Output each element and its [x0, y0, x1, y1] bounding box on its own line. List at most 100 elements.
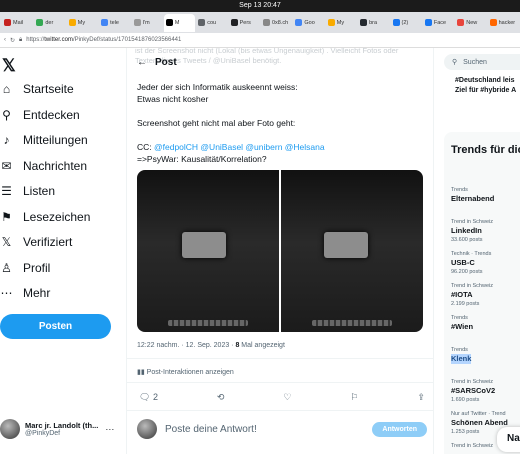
post-interactions-link[interactable]: ▮▮ Post-Interaktionen anzeigen	[137, 368, 234, 376]
favicon-icon	[360, 19, 368, 26]
trend-context: Nur auf Twitter · Trend	[451, 411, 506, 417]
tweet-line-3: Screenshot geht nicht mal aber Foto geht…	[137, 118, 296, 128]
trend-name: USB-C	[451, 258, 475, 267]
account-switcher[interactable]: Marc jr. Landolt (th... @PinkyDef ···	[0, 414, 120, 444]
x-logo-icon[interactable]: 𝕏	[2, 56, 16, 76]
right-sidebar: ⚲ Suchen #Deutschland leis Ziel für #hyb…	[440, 48, 520, 454]
left-sidebar: 𝕏 ⌂ Startseite ⚲ Entdecken ♪ Mitteilungen ✉ Nac…	[0, 48, 125, 454]
trend-name: #SARSCoV2	[451, 386, 496, 395]
more-icon[interactable]: ···	[105, 424, 114, 434]
tweet-line-4: CC: @fedpolCH @UniBasel @unibern @Helsan…	[137, 141, 429, 153]
tweet-timestamp[interactable]: 12:22 nachm. · 12. Sep. 2023 ·	[137, 342, 235, 349]
trend-context: Trend in Schweiz	[451, 219, 493, 225]
favicon-icon	[230, 19, 238, 26]
media-photo-1[interactable]	[137, 170, 279, 332]
sidebar-item-mehr[interactable]: ⋯ Mehr	[0, 282, 51, 304]
tweet-media	[137, 170, 423, 332]
sidebar-item-label: Lesezeichen	[23, 209, 91, 224]
sidebar-item-label: Nachrichten	[23, 158, 88, 173]
browser-tab[interactable]: Face	[423, 15, 454, 30]
browser-tab[interactable]: der	[34, 15, 65, 30]
list-icon: ☰	[1, 184, 12, 198]
browser-tab[interactable]: New	[455, 15, 486, 30]
trend-item[interactable]: Trends Klenk	[451, 346, 472, 364]
sidebar-item-label: Mehr	[23, 286, 51, 300]
tab-label: M	[174, 19, 180, 26]
trend-item[interactable]: Trends Elternabend	[451, 186, 494, 204]
tab-label: cou	[207, 19, 217, 26]
browser-tab-strip: Mail der My tele I'm Mcou Pers 0x8.ch Goo My bra (2…	[0, 12, 520, 33]
favicon-icon	[36, 19, 44, 26]
mention-links[interactable]: @fedpolCH @UniBasel @unibern @Helsana	[154, 142, 325, 152]
browser-tab[interactable]: (2)	[391, 15, 422, 30]
trend-item[interactable]: Trend in Schweiz	[451, 442, 493, 454]
reload-icon[interactable]: ↻	[10, 37, 15, 44]
tab-label: I'm	[142, 19, 150, 26]
browser-tab[interactable]: My	[326, 15, 357, 30]
tab-label: bra	[369, 19, 378, 26]
url-text[interactable]: https://twitter.com/PinkyDef/status/1701…	[26, 37, 181, 43]
sidebar-item-profil[interactable]: ♙ Profil	[0, 257, 50, 279]
account-name: Marc jr. Landolt (th...	[25, 421, 99, 430]
media-photo-2[interactable]	[281, 170, 423, 332]
sidebar-item-nachrichten[interactable]: ✉ Nachrichten	[0, 155, 87, 177]
share-icon[interactable]: ⇪	[417, 392, 425, 403]
browser-tab[interactable]: Goo	[293, 15, 324, 30]
favicon-icon	[198, 19, 206, 26]
favicon-icon	[489, 19, 497, 26]
browser-tab[interactable]: bra	[358, 15, 389, 30]
trend-item[interactable]: Technik · Trends USB-C 96.200 posts	[451, 250, 491, 276]
trend-post-count: 33.600 posts	[451, 237, 483, 243]
trend-item[interactable]: Trend in Schweiz #IOTA 2.199 posts	[451, 282, 493, 308]
avatar	[0, 419, 20, 439]
system-clock: Sep 13 20:47	[239, 2, 281, 9]
favicon-icon	[263, 19, 270, 26]
sidebar-item-label: Mitteilungen	[23, 133, 88, 147]
trend-context: Trends	[451, 315, 468, 321]
sidebar-item-label: Verifiziert	[23, 235, 73, 249]
sidebar-item-startseite[interactable]: ⌂ Startseite	[0, 78, 74, 100]
reply-input[interactable]: Poste deine Antwort!	[165, 424, 364, 435]
sidebar-item-label: Startseite	[23, 82, 74, 96]
reply-button[interactable]: 🗨︎ 2	[139, 392, 158, 403]
avatar	[137, 419, 157, 439]
reply-submit-button[interactable]: Antworten	[372, 421, 427, 437]
tab-label: tele	[110, 19, 119, 26]
favicon-icon	[68, 19, 76, 26]
tab-label: Face	[433, 19, 447, 26]
browser-tab[interactable]: tele	[99, 15, 130, 30]
trend-item[interactable]: Trend in Schweiz LinkedIn 33.600 posts	[451, 218, 493, 244]
sidebar-item-verifiziert[interactable]: 𝕏 Verifiziert	[0, 231, 73, 253]
browser-tab[interactable]: My	[67, 15, 98, 30]
trend-item[interactable]: Trends #Wien	[451, 314, 473, 332]
sidebar-item-mitteilungen[interactable]: ♪ Mitteilungen	[0, 129, 88, 151]
page-title: Post	[155, 57, 177, 68]
search-input[interactable]: ⚲ Suchen	[444, 54, 520, 70]
post-header: ← Post	[137, 57, 177, 68]
messages-drawer[interactable]: Na	[497, 427, 520, 452]
sidebar-item-entdecken[interactable]: ⚲ Entdecken	[0, 104, 80, 126]
back-arrow-icon[interactable]: ←	[137, 57, 147, 68]
lock-icon[interactable]: 🔒︎	[19, 37, 22, 44]
cc-prefix: CC:	[137, 142, 154, 152]
browser-tab[interactable]: hacker	[488, 15, 519, 30]
browser-tab[interactable]: Mail	[2, 15, 33, 30]
previous-trend-text[interactable]: #Deutschland leis Ziel für #hybride A	[455, 76, 516, 96]
browser-tab[interactable]: I'm	[132, 15, 163, 30]
back-icon[interactable]: ‹	[4, 37, 6, 43]
bookmark-icon[interactable]: ⚐	[350, 392, 358, 403]
favicon-icon	[165, 19, 173, 26]
sidebar-item-lesezeichen[interactable]: ⚑ Lesezeichen	[0, 206, 90, 228]
retweet-icon[interactable]: ⟲	[217, 392, 225, 403]
browser-tab[interactable]: M	[163, 13, 196, 32]
sidebar-item-label: Entdecken	[23, 107, 80, 122]
browser-tab[interactable]: cou	[196, 15, 227, 30]
sidebar-item-listen[interactable]: ☰ Listen	[0, 180, 55, 202]
trend-post-count: 1.690 posts	[451, 397, 480, 403]
browser-tab[interactable]: 0x8.ch	[261, 15, 292, 30]
address-bar[interactable]: ‹ ↻ 🔒︎ https://twitter.com/PinkyDef/stat…	[0, 33, 520, 48]
trend-item[interactable]: Trend in Schweiz #SARSCoV2 1.690 posts	[451, 378, 495, 404]
heart-icon[interactable]: ♡	[283, 392, 291, 403]
post-button[interactable]: Posten	[0, 314, 111, 339]
browser-tab[interactable]: Pers	[229, 15, 260, 30]
